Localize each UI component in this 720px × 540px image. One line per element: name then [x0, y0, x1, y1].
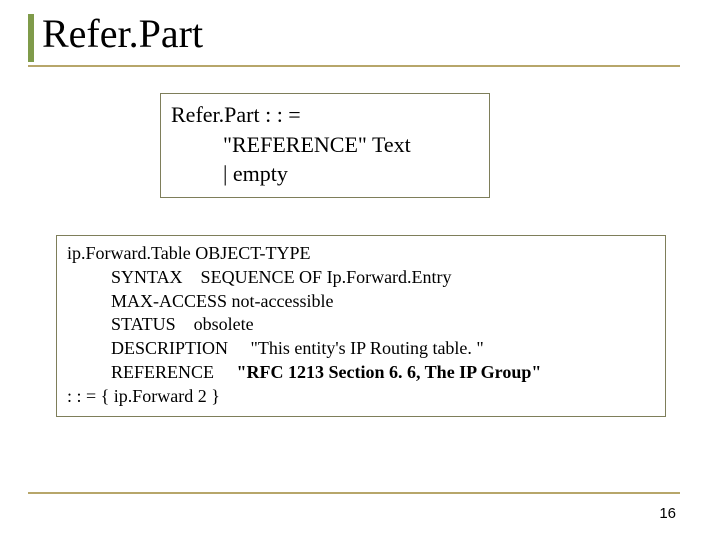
slide-title-block: Refer.Part	[28, 10, 680, 63]
code-line-7: : : = { ip.Forward 2 }	[67, 385, 655, 409]
code-line-1: ip.Forward.Table OBJECT-TYPE	[67, 242, 655, 266]
page-number: 16	[659, 505, 676, 522]
slide-title: Refer.Part	[28, 10, 680, 63]
code-box: ip.Forward.Table OBJECT-TYPE SYNTAX SEQU…	[56, 235, 666, 417]
title-accent-bar	[28, 14, 34, 62]
grammar-line-1: Refer.Part : : =	[171, 100, 479, 130]
code-line-3: MAX-ACCESS not-accessible	[67, 290, 655, 314]
grammar-line-2: "REFERENCE" Text	[171, 130, 479, 160]
code-line-2: SYNTAX SEQUENCE OF Ip.Forward.Entry	[67, 266, 655, 290]
grammar-box: Refer.Part : : = "REFERENCE" Text | empt…	[160, 93, 490, 198]
grammar-line-3: | empty	[171, 159, 479, 189]
code-line-6-label: REFERENCE	[111, 362, 237, 382]
code-line-5: DESCRIPTION "This entity's IP Routing ta…	[67, 337, 655, 361]
code-line-6-value: "RFC 1213 Section 6. 6, The IP Group"	[237, 362, 542, 382]
title-underline	[28, 65, 680, 67]
code-line-4: STATUS obsolete	[67, 313, 655, 337]
code-line-6: REFERENCE "RFC 1213 Section 6. 6, The IP…	[67, 361, 655, 385]
bottom-rule	[28, 492, 680, 494]
